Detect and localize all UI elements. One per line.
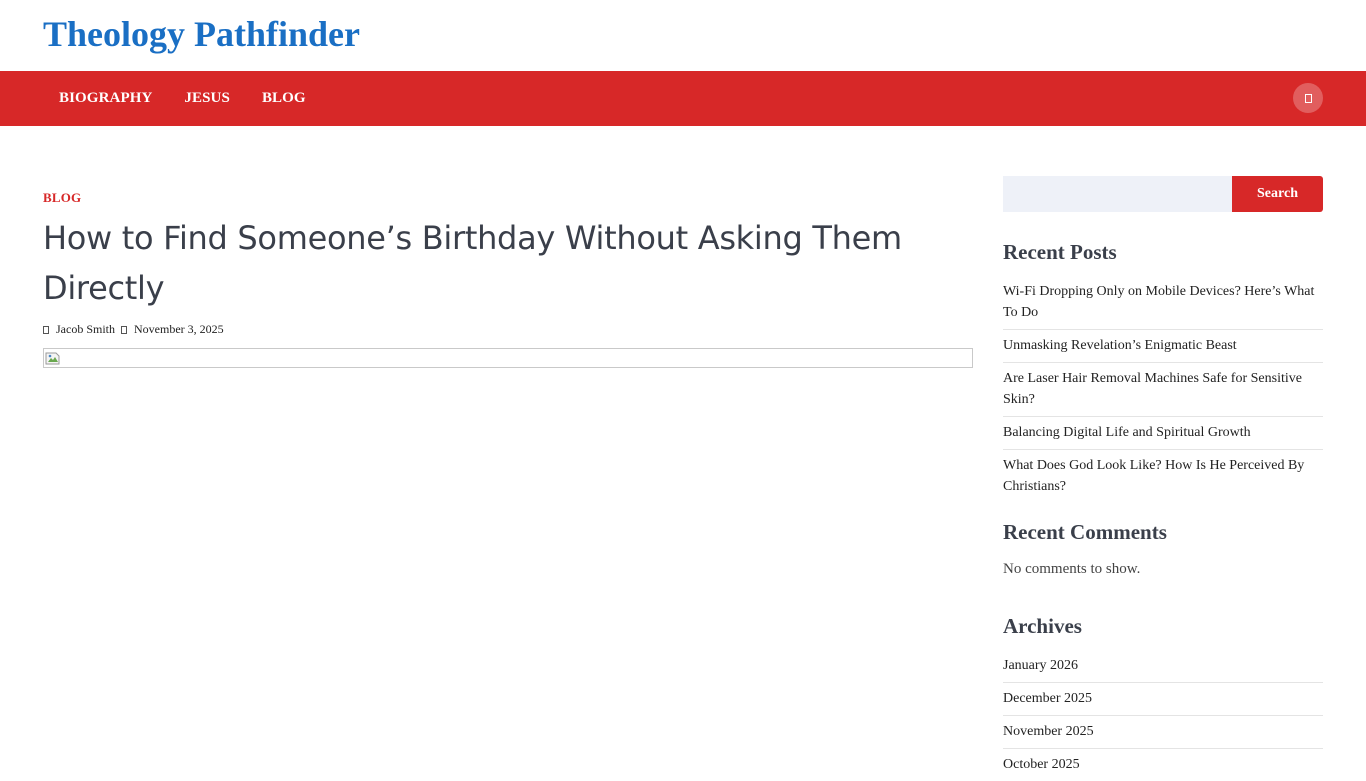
list-item: What Does God Look Like? How Is He Perce… xyxy=(1003,450,1323,503)
broken-image-icon xyxy=(45,352,60,365)
site-header: Theology Pathfinder xyxy=(0,0,1366,71)
nav-item-biography[interactable]: BIOGRAPHY xyxy=(43,71,168,126)
user-icon xyxy=(43,325,49,334)
list-item: Unmasking Revelation’s Enigmatic Beast xyxy=(1003,330,1323,363)
list-item: Are Laser Hair Removal Machines Safe for… xyxy=(1003,363,1323,417)
no-comments-text: No comments to show. xyxy=(1003,561,1141,577)
post-title: How to Find Someone’s Birthday Without A… xyxy=(43,219,902,307)
archives-title: Archives xyxy=(1003,614,1082,638)
nav-search-button[interactable] xyxy=(1293,83,1323,113)
search-form: Search xyxy=(1003,176,1323,212)
main-navigation: BIOGRAPHY JESUS BLOG xyxy=(0,71,1366,126)
site-title[interactable]: Theology Pathfinder xyxy=(43,12,360,56)
archive-link[interactable]: November 2025 xyxy=(1003,724,1094,739)
recent-post-link[interactable]: Are Laser Hair Removal Machines Safe for… xyxy=(1003,371,1302,407)
list-item: November 2025 xyxy=(1003,716,1323,749)
list-item: Wi-Fi Dropping Only on Mobile Devices? H… xyxy=(1003,276,1323,330)
post-category-link[interactable]: BLOG xyxy=(43,190,81,206)
list-item: December 2025 xyxy=(1003,683,1323,716)
recent-post-link[interactable]: Balancing Digital Life and Spiritual Gro… xyxy=(1003,425,1251,440)
archive-link[interactable]: December 2025 xyxy=(1003,691,1092,706)
nav-menu: BIOGRAPHY JESUS BLOG xyxy=(43,71,322,126)
archive-link[interactable]: January 2026 xyxy=(1003,658,1078,673)
recent-comments-title: Recent Comments xyxy=(1003,520,1167,544)
archives-list: January 2026 December 2025 November 2025… xyxy=(1003,650,1323,781)
list-item: Balancing Digital Life and Spiritual Gro… xyxy=(1003,417,1323,450)
recent-posts-list: Wi-Fi Dropping Only on Mobile Devices? H… xyxy=(1003,276,1323,503)
post-author-link[interactable]: Jacob Smith xyxy=(56,322,115,337)
recent-post-link[interactable]: Wi-Fi Dropping Only on Mobile Devices? H… xyxy=(1003,284,1314,320)
archive-link[interactable]: October 2025 xyxy=(1003,757,1080,772)
featured-image xyxy=(43,348,973,368)
list-item: October 2025 xyxy=(1003,749,1323,781)
search-input[interactable] xyxy=(1003,176,1232,212)
search-button[interactable]: Search xyxy=(1232,176,1323,212)
calendar-icon xyxy=(121,325,127,334)
nav-item-jesus[interactable]: JESUS xyxy=(168,71,246,126)
post-meta: Jacob Smith November 3, 2025 xyxy=(43,322,224,337)
post-date: November 3, 2025 xyxy=(134,322,224,336)
search-icon xyxy=(1304,93,1312,103)
recent-post-link[interactable]: Unmasking Revelation’s Enigmatic Beast xyxy=(1003,338,1237,353)
list-item: January 2026 xyxy=(1003,650,1323,683)
recent-posts-title: Recent Posts xyxy=(1003,240,1117,264)
nav-item-blog[interactable]: BLOG xyxy=(246,71,322,126)
recent-post-link[interactable]: What Does God Look Like? How Is He Perce… xyxy=(1003,458,1304,494)
